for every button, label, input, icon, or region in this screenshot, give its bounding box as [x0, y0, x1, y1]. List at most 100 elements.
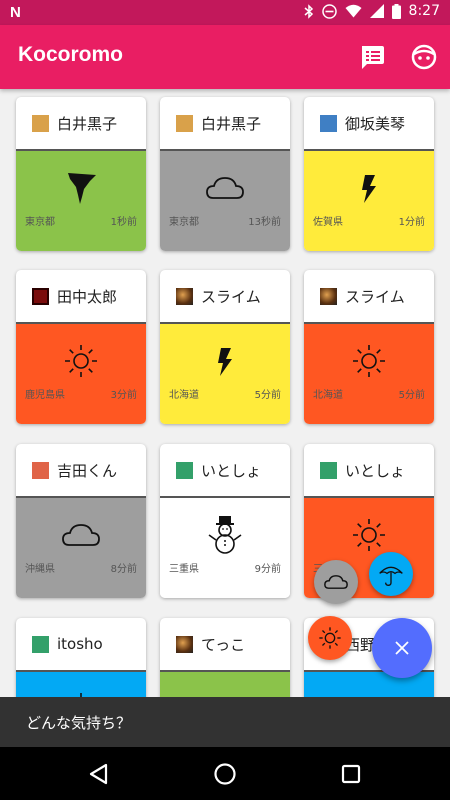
card-header: itosho — [16, 618, 146, 672]
card-time: 9分前 — [254, 564, 281, 575]
card-weather: 北海道 5分前 — [160, 324, 290, 424]
user-name: いとしょ — [345, 461, 406, 480]
card-header: 白井黒子 — [16, 97, 146, 151]
card-location: 沖縄県 — [25, 564, 55, 575]
card-header: てっこ — [160, 618, 290, 672]
user-avatar — [176, 114, 193, 132]
mood-cloud-button[interactable] — [314, 560, 358, 604]
tornado-icon — [68, 173, 96, 204]
close-icon — [395, 641, 409, 655]
card-header: 田中太郎 — [16, 270, 146, 324]
snackbar: どんな気持ち？ — [0, 697, 450, 747]
user-avatar — [32, 114, 49, 132]
sun-icon — [353, 345, 385, 377]
card-time: 13秒前 — [248, 217, 281, 228]
cloud-icon — [62, 524, 100, 546]
card-location: 東京都 — [169, 217, 199, 228]
user-name: スライム — [345, 287, 405, 306]
app-bar: Kocoromo — [0, 25, 450, 89]
mood-card[interactable]: スライム 北海道 5分前 — [304, 270, 434, 424]
umbrella-icon — [379, 566, 403, 587]
card-weather: 佐賀県 1分前 — [304, 151, 434, 251]
sun-icon — [319, 627, 341, 649]
card-header: スライム — [160, 270, 290, 324]
mood-card[interactable]: itosho — [16, 618, 146, 697]
card-location: 鹿児島県 — [25, 390, 65, 401]
card-weather — [16, 672, 146, 697]
card-location: 佐賀県 — [313, 217, 343, 228]
lightning-icon — [362, 175, 376, 203]
card-header: 御坂美琴 — [304, 97, 434, 151]
feed-button[interactable] — [358, 43, 386, 71]
notification-n-icon: N — [10, 4, 21, 21]
system-nav-bar — [0, 747, 450, 800]
lightning-icon — [218, 348, 232, 376]
battery-icon — [391, 3, 401, 19]
home-button[interactable] — [212, 761, 238, 787]
mood-card[interactable]: 御坂美琴 佐賀県 1分前 — [304, 97, 434, 251]
feed-icon — [362, 46, 384, 69]
profile-button[interactable] — [410, 43, 438, 71]
card-weather — [304, 672, 434, 697]
card-time: 8分前 — [110, 564, 137, 575]
user-name: 白井黒子 — [57, 114, 118, 133]
user-name: スライム — [201, 287, 261, 306]
close-fab-button[interactable] — [372, 618, 432, 678]
status-time: 8:27 — [408, 3, 440, 19]
do-not-disturb-icon — [321, 3, 337, 19]
mood-card[interactable]: 吉田くん 沖縄県 8分前 — [16, 444, 146, 598]
user-avatar — [176, 287, 193, 305]
card-header: 吉田くん — [16, 444, 146, 498]
bluetooth-icon — [304, 3, 313, 19]
mood-card[interactable]: いとしょ 三重県 9分前 — [160, 444, 290, 598]
mood-umbrella-button[interactable] — [369, 552, 413, 596]
mood-card[interactable]: 田中太郎 鹿児島県 3分前 — [16, 270, 146, 424]
cloud-icon — [206, 177, 244, 199]
card-weather: 東京都 1秒前 — [16, 151, 146, 251]
card-time: 5分前 — [398, 390, 425, 401]
mood-card[interactable]: てっこ — [160, 618, 290, 697]
cloud-icon — [324, 575, 348, 589]
recents-icon — [341, 764, 361, 784]
user-avatar — [176, 635, 193, 653]
user-name: いとしょ — [201, 461, 262, 480]
user-avatar — [320, 114, 337, 132]
snackbar-message: どんな気持ち？ — [26, 714, 132, 732]
user-name: 吉田くん — [57, 461, 118, 480]
user-name: 御坂美琴 — [345, 114, 406, 133]
mood-card[interactable]: スライム 北海道 5分前 — [160, 270, 290, 424]
card-header: いとしょ — [304, 444, 434, 498]
wifi-icon — [345, 4, 362, 18]
card-time: 3分前 — [110, 390, 137, 401]
card-weather: 三重県 9分前 — [160, 498, 290, 598]
sun-icon — [65, 345, 97, 377]
card-header: いとしょ — [160, 444, 290, 498]
card-weather: 東京都 13秒前 — [160, 151, 290, 251]
signal-icon — [369, 4, 384, 18]
user-avatar — [176, 461, 193, 479]
sun-icon — [80, 693, 82, 697]
user-avatar — [32, 635, 49, 653]
home-icon — [214, 763, 236, 785]
mood-grid: 白井黒子 東京都 1秒前 白井黒子 東京都 13秒前 御坂美琴 佐賀県 1分前 … — [0, 89, 450, 697]
card-time: 1分前 — [398, 217, 425, 228]
card-location: 東京都 — [25, 217, 55, 228]
snowman-icon — [208, 516, 242, 554]
status-bar: N 8:27 — [0, 0, 450, 25]
back-button[interactable] — [86, 761, 112, 787]
weather-icon — [204, 688, 246, 697]
mood-card[interactable]: 白井黒子 東京都 13秒前 — [160, 97, 290, 251]
sun-icon — [353, 519, 385, 551]
card-header: スライム — [304, 270, 434, 324]
user-avatar — [32, 287, 49, 305]
mood-card[interactable]: 白井黒子 東京都 1秒前 — [16, 97, 146, 251]
user-avatar — [32, 461, 49, 479]
card-header: 白井黒子 — [160, 97, 290, 151]
user-name: itosho — [57, 635, 103, 653]
user-avatar — [320, 461, 337, 479]
recents-button[interactable] — [338, 761, 364, 787]
card-time: 5分前 — [254, 390, 281, 401]
mood-sun-button[interactable] — [308, 616, 352, 660]
user-name: てっこ — [201, 635, 246, 654]
back-icon — [89, 763, 108, 785]
